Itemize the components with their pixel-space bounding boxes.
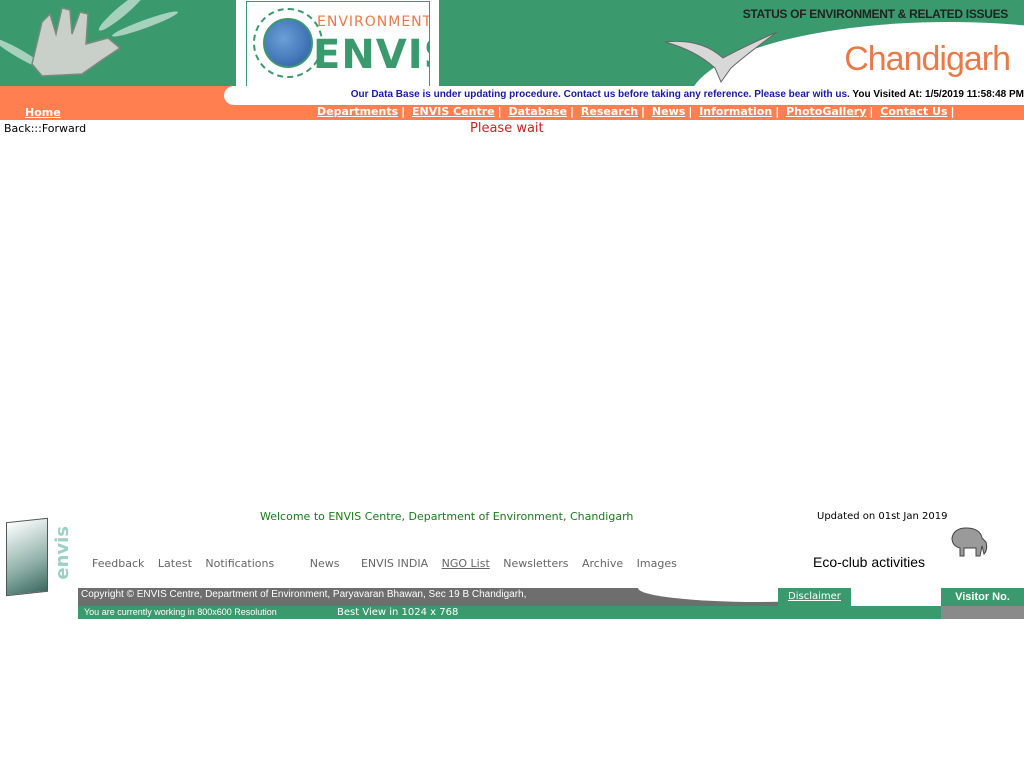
envis-cd-image: envis [2, 516, 73, 597]
loading-message: Please wait [470, 121, 544, 136]
nav-envis-centre-link[interactable]: ENVIS Centre [412, 105, 495, 118]
visitor-counter [941, 606, 1024, 619]
nav-contact-us-link[interactable]: Contact Us [880, 105, 947, 118]
news-link[interactable]: News [310, 557, 340, 570]
images-link[interactable]: Images [637, 557, 677, 570]
footer-curve-decoration [638, 588, 778, 602]
nav-research-link[interactable]: Research [581, 105, 638, 118]
open-hand-logo-icon [31, 7, 122, 77]
cd-envis-label: envis [52, 526, 73, 580]
nav-photogallery-link[interactable]: PhotoGallery [786, 105, 866, 118]
welcome-text: Welcome to ENVIS Centre, Department of E… [260, 510, 634, 523]
eco-club-activities-link[interactable]: Eco-club activities [813, 554, 925, 570]
resolution-text: You are currently working in 800x600 Res… [84, 607, 277, 617]
envis-logo-box[interactable]: ENVIRONMENT I ENVIS- [236, 0, 439, 86]
visited-timestamp: 1/5/2019 11:58:48 PM [925, 89, 1024, 100]
ngo-list-link[interactable]: NGO List [442, 557, 490, 570]
best-view-text: Best View in 1024 x 768 [337, 607, 459, 618]
logo-envis-text: ENVIS- [313, 32, 429, 78]
copyright-bar: Copyright © ENVIS Centre, Department of … [78, 588, 778, 606]
elephant-icon[interactable] [946, 524, 990, 558]
status-of-environment-title: STATUS OF ENVIRONMENT & RELATED ISSUES [742, 7, 1009, 21]
notifications-link[interactable]: Notifications [205, 557, 274, 570]
nav-home-link[interactable]: Home [25, 106, 61, 119]
notice-message: Our Data Base is under updating procedur… [350, 89, 850, 100]
disclaimer-link[interactable]: Disclaimer [778, 588, 851, 606]
logo-environment-text: ENVIRONMENT I [317, 14, 430, 30]
city-title: Chandigarh [844, 40, 1011, 78]
newsletters-link[interactable]: Newsletters [503, 557, 568, 570]
feedback-link[interactable]: Feedback [92, 557, 144, 570]
envis-india-link[interactable]: ENVIS INDIA [361, 557, 428, 570]
footer-links: Feedback Latest Notifications News ENVIS… [92, 557, 687, 570]
envis-logo: ENVIRONMENT I ENVIS- [246, 1, 430, 86]
copyright-text: Copyright © ENVIS Centre, Department of … [81, 589, 527, 600]
nav-information-link[interactable]: Information [699, 105, 772, 118]
nav-departments-link[interactable]: Departments [317, 105, 398, 118]
updated-date: Updated on 01st Jan 2019 [817, 511, 948, 522]
back-forward-control[interactable]: Back:::Forward [4, 122, 86, 135]
nav-database-link[interactable]: Database [508, 105, 567, 118]
header-right-banner: STATUS OF ENVIRONMENT & RELATED ISSUES C… [439, 0, 1024, 86]
main-nav: Departments | ENVIS Centre | Database | Res… [317, 105, 955, 118]
seagull-icon [664, 31, 778, 84]
nav-news-link[interactable]: News [652, 105, 685, 118]
archive-link[interactable]: Archive [582, 557, 623, 570]
site-header: ENVIRONMENT I ENVIS- STATUS OF ENVIRONME… [0, 0, 1024, 86]
database-notice: Our Data Base is under updating procedur… [351, 89, 1024, 100]
header-left-banner [0, 0, 236, 86]
visitor-number-label: Visitor No. [941, 588, 1024, 606]
latest-link[interactable]: Latest [158, 557, 192, 570]
cd-case-icon [6, 517, 48, 597]
visited-label: You Visited At: [852, 89, 923, 100]
globe-icon [263, 18, 313, 68]
